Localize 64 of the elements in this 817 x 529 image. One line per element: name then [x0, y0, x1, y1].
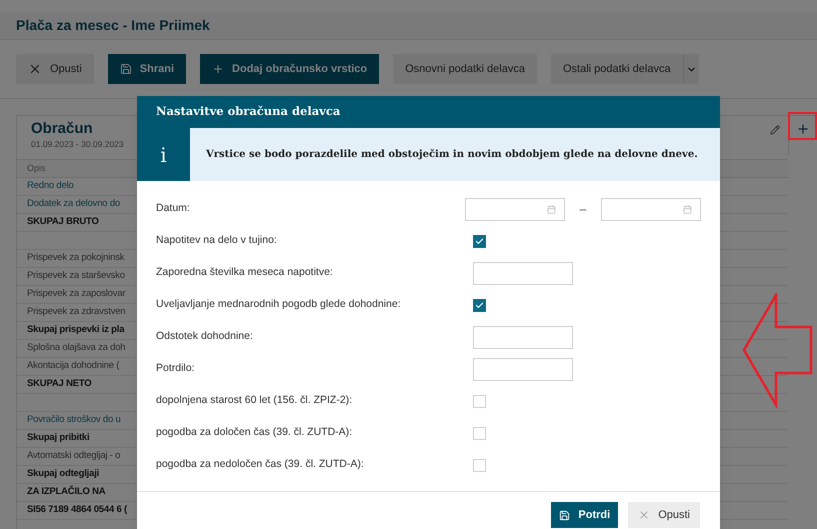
row-label: Splošna olajšava za doh: [27, 341, 126, 356]
info-icon: i: [160, 140, 167, 170]
row-label: Dodatek za delovno do: [27, 197, 120, 212]
field-label: Napotitev na delo v tujino:: [156, 233, 278, 248]
tab-period: 01.09.2023 - 30.09.2023: [31, 138, 124, 151]
confirm-button[interactable]: Potrdi: [551, 502, 618, 528]
row-label: ZA IZPLAČILO NA: [27, 485, 106, 500]
check-icon: [475, 236, 484, 246]
page-title: Plača za mesec - Ime Priimek: [16, 16, 210, 35]
row-label: Skupaj odtegljaji: [27, 467, 100, 482]
dropdown-button[interactable]: [682, 54, 699, 84]
checkbox[interactable]: [473, 234, 486, 248]
add-tab-icon[interactable]: [796, 122, 810, 136]
row-label: Redno delo: [27, 179, 74, 194]
field-label: Potrdilo:: [156, 361, 196, 376]
input-field[interactable]: [473, 262, 573, 284]
dialog-title: Nastavitve obračuna delavca: [156, 103, 340, 120]
checkbox[interactable]: [473, 394, 486, 408]
plus-icon: [212, 63, 224, 75]
row-label: Skupaj pribitki: [27, 431, 90, 446]
save-button[interactable]: Shrani: [108, 54, 186, 84]
row-label: Skupaj prispevki iz pla: [27, 323, 124, 338]
row-label: SKUPAJ BRUTO: [27, 215, 99, 230]
add-row-button[interactable]: Dodaj obračunsko vrstico: [200, 54, 380, 84]
checkbox[interactable]: [473, 458, 486, 472]
row-label: Prispevek za pokojninsk: [27, 251, 124, 266]
check-icon: [475, 300, 484, 310]
row-label: Akontacija dohodnine (: [27, 359, 120, 374]
employee-data-button[interactable]: Osnovni podatki delavca: [393, 54, 537, 84]
input-field[interactable]: [473, 358, 573, 380]
save-icon: [120, 63, 132, 75]
cancel-button[interactable]: Opusti: [628, 502, 700, 528]
calendar-icon: [547, 204, 556, 214]
edit-icon[interactable]: [770, 125, 780, 135]
row-label: Povračilo stroškov do u: [27, 413, 121, 428]
cancel-button[interactable]: Opusti: [16, 54, 94, 84]
row-label: Avtomatski odtegljaj - o: [27, 449, 120, 464]
checkbox[interactable]: [473, 298, 486, 312]
row-label: SKUPAJ NETO: [27, 377, 92, 392]
column-header: Opis: [27, 162, 46, 175]
row-label: Prispevek za zdravstven: [27, 305, 126, 320]
row-label: Prispevek za zaposlovar: [27, 287, 126, 302]
calendar-icon: [683, 204, 692, 214]
row-label: Prispevek za starševsko: [27, 269, 125, 284]
input-field[interactable]: [473, 326, 573, 348]
field-label: Zaporedna številka meseca napotitve:: [156, 265, 334, 280]
close-icon: [638, 509, 650, 521]
row-label: SI56 7189 4864 0544 6 (: [27, 503, 127, 518]
date-field[interactable]: [465, 198, 565, 220]
field-label: dopolnjena starost 60 let (156. čl. ZPIZ-2):: [156, 393, 354, 408]
field-label: Datum:: [156, 201, 191, 216]
save-icon: [559, 510, 570, 520]
date-separator: –: [578, 201, 588, 218]
tab-title: Obračun: [31, 120, 94, 138]
field-label: pogodba za določen čas (39. čl. ZUTD-A):: [156, 425, 354, 440]
highlight-frame: [788, 112, 817, 140]
info-message: Vrstice se bodo porazdelile med obstoječim in novim obdobjem glede na delovne dneve.: [205, 148, 698, 162]
date-field[interactable]: [601, 198, 701, 220]
field-label: Odstotek dohodnine:: [156, 329, 254, 344]
field-label: Uveljavljanje mednarodnih pogodb glede dohodnine:: [156, 297, 402, 312]
field-label: pogodba za nedoločen čas (39. čl. ZUTD-A):: [156, 457, 365, 472]
checkbox[interactable]: [473, 426, 486, 440]
close-icon: [28, 62, 42, 76]
other-data-button[interactable]: Ostali podatki delavca: [550, 54, 683, 84]
